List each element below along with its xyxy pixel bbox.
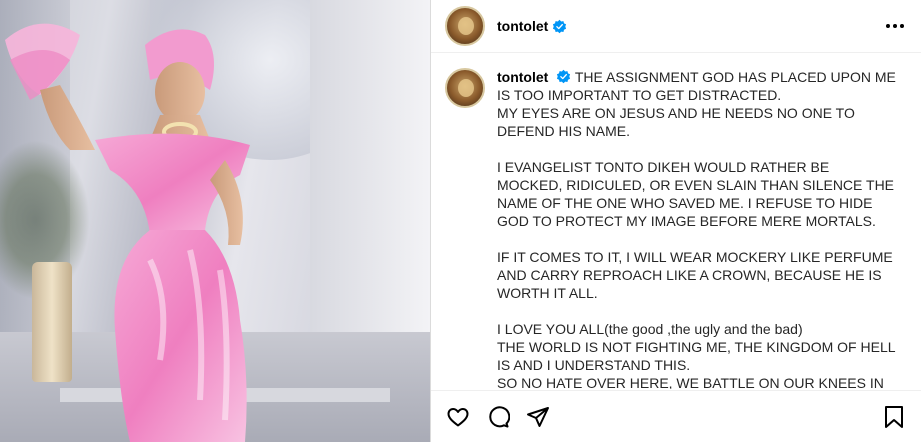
caption-avatar[interactable] xyxy=(445,68,485,108)
caption-paragraph-3: IF IT COMES TO IT, I WILL WEAR MOCKERY L… xyxy=(497,248,897,302)
save-button[interactable] xyxy=(881,404,907,430)
instagram-post-window: tontolet tontolet THE ASSIGNMENT GOD HAS… xyxy=(0,0,921,442)
caption-line: THE WORLD IS NOT FIGHTING ME, THE KINGDO… xyxy=(497,339,895,373)
share-icon xyxy=(527,406,549,427)
caption-line: IF IT COMES TO IT, I WILL WEAR MOCKERY L… xyxy=(497,249,893,301)
caption-line: MY EYES ARE ON JESUS AND HE NEEDS NO ONE… xyxy=(497,105,855,139)
caption-line: SO NO HATE OVER HERE, WE BATTLE ON OUR K… xyxy=(497,375,884,389)
share-button[interactable] xyxy=(525,404,551,430)
like-button[interactable] xyxy=(445,404,471,430)
bookmark-icon xyxy=(885,405,903,428)
header-username[interactable]: tontolet xyxy=(497,18,548,34)
caption-line: I EVANGELIST TONTO DIKEH WOULD RATHER BE… xyxy=(497,159,895,229)
more-horizontal-icon xyxy=(886,24,904,28)
caption-paragraph-4: I LOVE YOU ALL(the good ,the ugly and th… xyxy=(497,320,897,389)
post-photo[interactable] xyxy=(0,0,430,442)
woman-in-pink-dress-figure xyxy=(5,23,250,442)
caption-section: tontolet THE ASSIGNMENT GOD HAS PLACED U… xyxy=(431,54,921,389)
caption-paragraph-2: I EVANGELIST TONTO DIKEH WOULD RATHER BE… xyxy=(497,158,897,230)
caption-verified-badge-icon xyxy=(557,69,571,84)
caption-username[interactable]: tontolet xyxy=(497,69,548,85)
profile-avatar[interactable] xyxy=(445,6,485,46)
caption-text: tontolet THE ASSIGNMENT GOD HAS PLACED U… xyxy=(497,68,897,389)
more-options-button[interactable] xyxy=(883,14,907,38)
comment-icon xyxy=(489,405,510,427)
comment-button[interactable] xyxy=(485,404,511,430)
caption-paragraph-1: tontolet THE ASSIGNMENT GOD HAS PLACED U… xyxy=(497,68,897,140)
heart-icon xyxy=(447,407,469,426)
post-actions-bar xyxy=(431,390,921,442)
verified-badge-icon xyxy=(553,19,567,33)
post-panel: tontolet tontolet THE ASSIGNMENT GOD HAS… xyxy=(430,0,921,442)
caption-line: I LOVE YOU ALL(the good ,the ugly and th… xyxy=(497,321,803,337)
post-header: tontolet xyxy=(431,0,921,53)
